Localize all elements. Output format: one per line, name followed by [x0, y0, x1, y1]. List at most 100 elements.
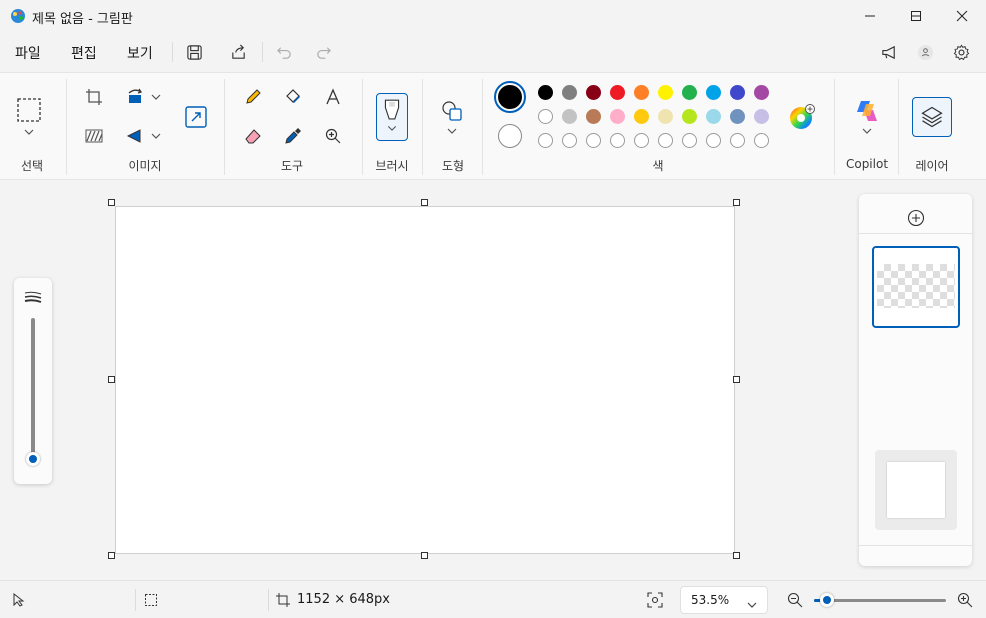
custom-color-slot[interactable]: [562, 133, 577, 148]
select-chevron-down-icon[interactable]: [24, 128, 34, 136]
custom-color-slot[interactable]: [538, 133, 553, 148]
zoom-out-button[interactable]: [787, 592, 803, 608]
menu-view[interactable]: 보기: [127, 43, 153, 63]
shapes-chevron-down-icon[interactable]: [447, 127, 457, 135]
settings-button[interactable]: [951, 42, 971, 62]
color-swatch[interactable]: [754, 85, 769, 100]
add-icon: [907, 209, 925, 227]
zoom-slider-thumb[interactable]: [820, 593, 834, 607]
color-swatch[interactable]: [610, 109, 625, 124]
flip-chevron-down-icon[interactable]: [151, 132, 161, 140]
minimize-button-2[interactable]: [847, 0, 893, 32]
window-title: 제목 없음 - 그림판: [32, 12, 133, 27]
brush-size-panel: [14, 278, 52, 484]
fit-to-window-button[interactable]: [647, 592, 663, 608]
title-bar: 제목 없음 - 그림판: [0, 0, 986, 32]
chevron-down-icon: [747, 597, 757, 608]
resize-handle-bottom[interactable]: [421, 552, 428, 559]
save-button[interactable]: [184, 42, 204, 62]
brush-size-track[interactable]: [31, 318, 35, 458]
color-swatch[interactable]: [562, 85, 577, 100]
maximize-button[interactable]: [893, 0, 939, 32]
magnifier-button[interactable]: [324, 127, 342, 145]
secondary-color-button[interactable]: [498, 124, 522, 148]
group-label-colors: 색: [652, 159, 664, 173]
undo-button[interactable]: [274, 42, 294, 62]
background-layer-thumbnail[interactable]: [875, 450, 957, 530]
color-swatch[interactable]: [586, 85, 601, 100]
custom-color-slot[interactable]: [610, 133, 625, 148]
text-button[interactable]: [324, 88, 342, 106]
zoom-dropdown[interactable]: 53.5%: [680, 586, 768, 614]
color-swatch[interactable]: [658, 85, 673, 100]
custom-color-slot[interactable]: [730, 133, 745, 148]
custom-color-slot[interactable]: [658, 133, 673, 148]
minimize-icon: [865, 15, 875, 17]
menu-edit[interactable]: 편집: [71, 43, 97, 63]
crop-button[interactable]: [85, 88, 103, 106]
resize-handle-bottom-left[interactable]: [108, 552, 115, 559]
color-swatch[interactable]: [706, 109, 721, 124]
color-swatch[interactable]: [658, 109, 673, 124]
zoom-in-icon: [957, 592, 973, 608]
megaphone-icon: [881, 45, 895, 59]
rotate-chevron-down-icon[interactable]: [151, 93, 161, 101]
color-swatch[interactable]: [634, 85, 649, 100]
copilot-button[interactable]: [854, 98, 880, 124]
resize-handle-top[interactable]: [421, 199, 428, 206]
redo-button[interactable]: [313, 42, 333, 62]
pointer-icon: [12, 592, 26, 607]
color-swatch[interactable]: [586, 109, 601, 124]
layer-thumbnail-active[interactable]: [872, 246, 960, 328]
layers-button[interactable]: [912, 97, 952, 137]
resize-handle-left[interactable]: [108, 376, 115, 383]
color-swatch[interactable]: [730, 109, 745, 124]
add-layer-button[interactable]: [907, 209, 925, 227]
share-icon: [231, 44, 245, 59]
background-remove-button[interactable]: [85, 127, 103, 145]
color-swatch[interactable]: [730, 85, 745, 100]
color-swatch[interactable]: [538, 85, 553, 100]
feedback-button[interactable]: [879, 42, 899, 62]
color-swatch[interactable]: [682, 85, 697, 100]
resize-button[interactable]: [184, 105, 208, 129]
custom-color-slot[interactable]: [682, 133, 697, 148]
edit-colors-button[interactable]: [789, 104, 815, 130]
select-button[interactable]: [16, 97, 42, 123]
primary-color-button[interactable]: [494, 81, 526, 113]
resize-handle-top-left[interactable]: [108, 199, 115, 206]
shapes-button[interactable]: [441, 100, 463, 122]
brush-button[interactable]: [376, 93, 408, 141]
color-swatch[interactable]: [706, 85, 721, 100]
eraser-button[interactable]: [244, 127, 262, 145]
custom-color-slot[interactable]: [634, 133, 649, 148]
account-button[interactable]: [915, 42, 935, 62]
resize-handle-bottom-right[interactable]: [733, 552, 740, 559]
custom-color-slot[interactable]: [586, 133, 601, 148]
color-swatch[interactable]: [610, 85, 625, 100]
brush-size-thumb[interactable]: [26, 452, 40, 466]
custom-color-slot[interactable]: [706, 133, 721, 148]
resize-handle-top-right[interactable]: [733, 199, 740, 206]
share-button[interactable]: [228, 42, 248, 62]
zoom-slider-track[interactable]: [814, 593, 946, 607]
menu-file[interactable]: 파일: [15, 43, 41, 63]
color-picker-button[interactable]: [284, 127, 302, 145]
drawing-canvas[interactable]: [115, 206, 735, 554]
group-label-copilot: Copilot: [845, 157, 889, 171]
color-swatch[interactable]: [754, 109, 769, 124]
close-button[interactable]: [939, 0, 985, 32]
eraser-icon: [245, 129, 261, 144]
flip-button[interactable]: [126, 127, 144, 145]
color-swatch[interactable]: [634, 109, 649, 124]
zoom-in-button[interactable]: [957, 592, 973, 608]
color-swatch[interactable]: [562, 109, 577, 124]
resize-handle-right[interactable]: [733, 376, 740, 383]
copilot-chevron-down-icon[interactable]: [862, 127, 872, 135]
custom-color-slot[interactable]: [754, 133, 769, 148]
rotate-button[interactable]: [126, 88, 144, 106]
color-swatch[interactable]: [682, 109, 697, 124]
color-swatch[interactable]: [538, 109, 553, 124]
pencil-button[interactable]: [244, 88, 262, 106]
fill-button[interactable]: [284, 88, 302, 106]
